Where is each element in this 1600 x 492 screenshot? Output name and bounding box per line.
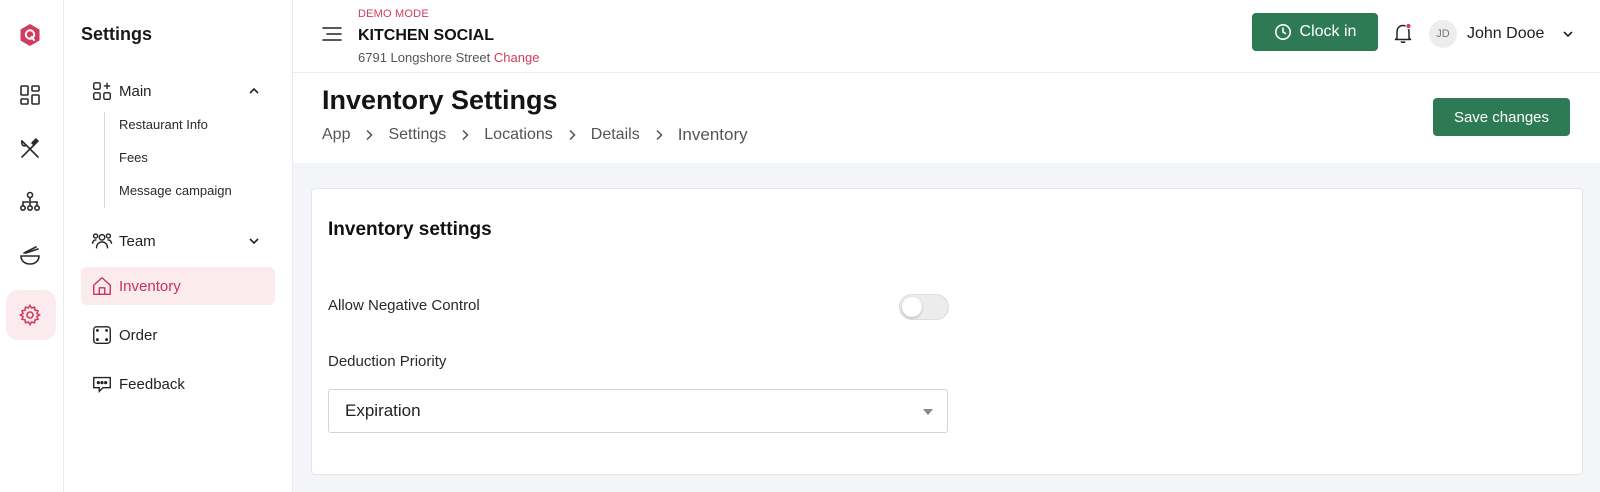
clock-icon bbox=[1274, 24, 1291, 40]
breadcrumb-settings[interactable]: Settings bbox=[388, 126, 446, 144]
inventory-settings-card: Inventory settings Allow Negative Contro… bbox=[311, 188, 1583, 475]
clock-in-button[interactable]: Clock in bbox=[1252, 13, 1378, 51]
caret-down-icon bbox=[923, 409, 933, 415]
change-location-link[interactable]: Change bbox=[494, 50, 540, 65]
settings-nav-title: Settings bbox=[81, 24, 153, 44]
chevron-up-icon[interactable] bbox=[247, 84, 261, 98]
demo-mode-label: DEMO MODE bbox=[358, 8, 429, 20]
nav-item-main-label: Main bbox=[119, 82, 152, 100]
clock-in-label: Clock in bbox=[1299, 23, 1357, 40]
icon-rail bbox=[0, 0, 64, 492]
breadcrumb-inventory: Inventory bbox=[677, 125, 748, 144]
business-name: KITCHEN SOCIAL bbox=[358, 27, 494, 44]
business-address: 6791 Longshore Street Change bbox=[358, 50, 539, 65]
nav-subitem-message-campaign[interactable]: Message campaign bbox=[119, 183, 232, 198]
page-title: Inventory Settings bbox=[322, 85, 558, 115]
nav-item-inventory[interactable]: Inventory bbox=[81, 267, 275, 305]
breadcrumb-details[interactable]: Details bbox=[591, 126, 640, 144]
order-icon bbox=[93, 326, 111, 344]
nav-item-team-label: Team bbox=[119, 232, 156, 250]
gear-icon[interactable] bbox=[18, 303, 42, 327]
nav-item-main[interactable]: Main bbox=[81, 72, 275, 110]
breadcrumb-app[interactable]: App bbox=[322, 126, 350, 144]
chevron-down-icon[interactable] bbox=[1561, 27, 1575, 41]
page-header: Inventory Settings App Settings Location… bbox=[293, 73, 1600, 163]
team-icon bbox=[91, 233, 113, 249]
settings-nav: Settings Main Restaurant Info Fees Messa… bbox=[64, 0, 293, 492]
bell-icon[interactable] bbox=[1393, 22, 1413, 44]
breadcrumb-locations[interactable]: Locations bbox=[484, 126, 553, 144]
food-bowl-icon[interactable] bbox=[18, 243, 42, 267]
apps-add-icon bbox=[93, 82, 111, 100]
nav-item-feedback[interactable]: Feedback bbox=[81, 365, 275, 403]
nav-item-team[interactable]: Team bbox=[81, 222, 275, 260]
top-bar: DEMO MODE KITCHEN SOCIAL 6791 Longshore … bbox=[293, 0, 1600, 73]
address-text: 6791 Longshore Street bbox=[358, 50, 491, 65]
card-title: Inventory settings bbox=[328, 219, 492, 240]
deduction-priority-label: Deduction Priority bbox=[328, 353, 447, 370]
hierarchy-icon[interactable] bbox=[18, 190, 42, 214]
chevron-right-icon bbox=[366, 129, 374, 141]
breadcrumb: App Settings Locations Details Inventory bbox=[322, 125, 748, 145]
nav-item-feedback-label: Feedback bbox=[119, 375, 185, 393]
chevron-right-icon bbox=[462, 129, 469, 141]
chevron-down-icon[interactable] bbox=[247, 234, 261, 248]
dashboard-icon[interactable] bbox=[18, 83, 42, 107]
chevron-right-icon bbox=[569, 129, 576, 141]
nav-item-order-label: Order bbox=[119, 326, 158, 344]
nav-item-order[interactable]: Order bbox=[81, 316, 275, 354]
deduction-priority-value: Expiration bbox=[345, 401, 421, 420]
logo-icon[interactable] bbox=[18, 23, 42, 47]
negative-control-label: Allow Negative Control bbox=[328, 297, 480, 314]
save-changes-button[interactable]: Save changes bbox=[1433, 98, 1570, 136]
user-name[interactable]: John Dooe bbox=[1467, 25, 1544, 43]
house-icon bbox=[93, 277, 111, 295]
toggle-knob bbox=[902, 297, 922, 317]
chevron-right-icon bbox=[656, 129, 663, 141]
negative-control-toggle[interactable] bbox=[899, 294, 949, 320]
tree-line bbox=[104, 112, 105, 208]
nav-subitem-fees[interactable]: Fees bbox=[119, 150, 148, 165]
nav-subitem-restaurant-info[interactable]: Restaurant Info bbox=[119, 117, 208, 132]
nav-item-inventory-label: Inventory bbox=[119, 277, 181, 295]
utensils-icon[interactable] bbox=[18, 137, 42, 161]
menu-icon[interactable] bbox=[321, 25, 343, 43]
avatar[interactable]: JD bbox=[1429, 20, 1457, 48]
feedback-icon bbox=[93, 376, 111, 393]
deduction-priority-select[interactable]: Expiration bbox=[328, 389, 948, 433]
